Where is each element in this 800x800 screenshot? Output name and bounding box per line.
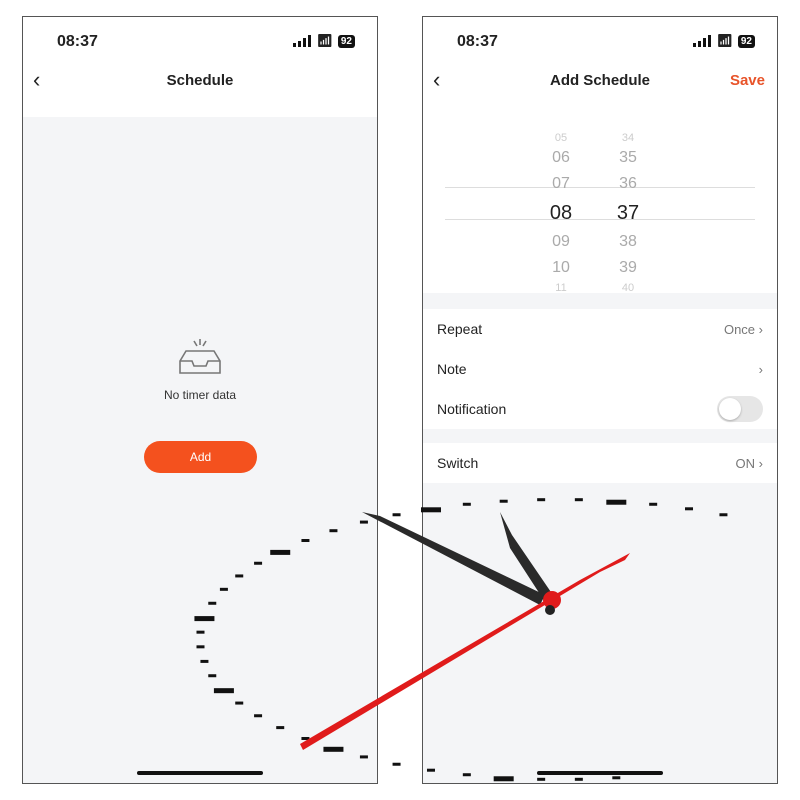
empty-inbox-icon [179, 339, 221, 374]
status-time: 08:37 [57, 33, 98, 50]
minute-wheel[interactable]: 34 35 36 37 38 39 40 [603, 131, 653, 295]
divider [445, 219, 755, 220]
add-button[interactable]: Add [144, 441, 257, 473]
battery-icon: 92 [737, 34, 755, 48]
home-indicator [137, 771, 263, 775]
page-title: Schedule [166, 72, 234, 89]
divider [445, 187, 755, 188]
switch-row[interactable]: Switch ON › [423, 443, 777, 483]
row-label: Switch [437, 455, 479, 471]
notification-toggle[interactable] [717, 396, 763, 422]
header: 08:37 📶︎ 92 ‹ Schedule [23, 17, 377, 117]
minute-option[interactable]: 39 [603, 255, 653, 281]
wifi-icon: 📶︎ [316, 33, 333, 48]
hour-option[interactable]: 05 [536, 131, 586, 145]
clock-tick [392, 513, 401, 517]
minute-option[interactable]: 36 [603, 171, 653, 197]
time-picker[interactable]: 05 06 07 08 09 10 11 34 35 36 37 38 39 4… [423, 117, 777, 295]
page-title: Add Schedule [549, 72, 650, 89]
hour-selected[interactable]: 08 [536, 197, 586, 229]
empty-text: No timer data [163, 388, 237, 402]
status-icons: 📶︎ 92 [293, 33, 355, 49]
hour-wheel[interactable]: 05 06 07 08 09 10 11 [536, 131, 586, 295]
chevron-right-icon: › [758, 321, 763, 337]
clock-tick [392, 762, 401, 766]
home-indicator [537, 771, 663, 775]
hour-option[interactable]: 06 [536, 145, 586, 171]
minute-option[interactable]: 40 [603, 281, 653, 295]
row-label: Note [437, 361, 467, 377]
notification-row: Notification [423, 389, 777, 429]
hour-option[interactable]: 10 [536, 255, 586, 281]
minute-option[interactable]: 35 [603, 145, 653, 171]
wifi-icon: 📶︎ [716, 33, 733, 48]
schedule-screen: 08:37 📶︎ 92 ‹ Schedule No timer data Add [22, 16, 378, 784]
note-row[interactable]: Note › [423, 349, 777, 389]
status-time: 08:37 [457, 33, 498, 50]
add-schedule-screen: 08:37 📶︎ 92 ‹ Add Schedule Save 05 06 07… [422, 16, 778, 784]
switch-value: ON [735, 455, 756, 471]
repeat-row[interactable]: Repeat Once › [423, 309, 777, 349]
row-label: Repeat [437, 321, 483, 337]
status-icons: 📶︎ 92 [693, 33, 755, 49]
chevron-right-icon: › [758, 361, 763, 377]
minute-option[interactable]: 38 [603, 229, 653, 255]
empty-state: No timer data [23, 337, 377, 402]
row-label: Notification [437, 401, 507, 417]
signal-icon [293, 35, 312, 47]
repeat-value: Once [723, 321, 756, 337]
hour-option[interactable]: 11 [536, 281, 586, 295]
battery-icon: 92 [337, 34, 355, 48]
save-button[interactable]: Save [730, 72, 765, 89]
header: 08:37 📶︎ 92 ‹ Add Schedule Save [423, 17, 777, 117]
minute-option[interactable]: 34 [603, 131, 653, 145]
settings-card: Repeat Once › Note › Notification [423, 309, 777, 429]
signal-icon [693, 35, 712, 47]
switch-card: Switch ON › [423, 443, 777, 483]
chevron-right-icon: › [758, 455, 763, 471]
hour-option[interactable]: 09 [536, 229, 586, 255]
hour-option[interactable]: 07 [536, 171, 586, 197]
minute-selected[interactable]: 37 [603, 197, 653, 229]
